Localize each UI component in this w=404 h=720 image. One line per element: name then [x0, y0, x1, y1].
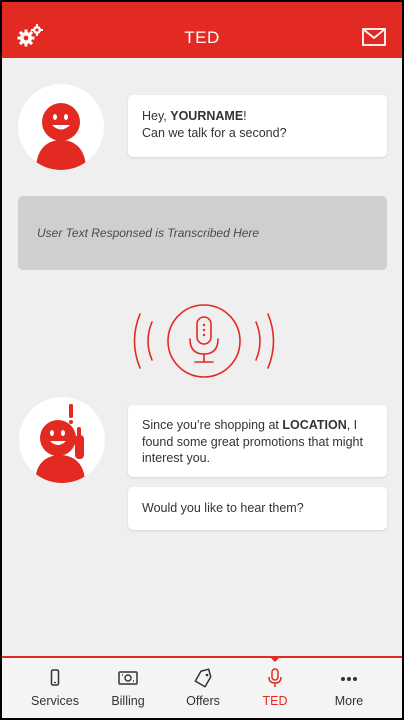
- tab-label: Offers: [186, 694, 220, 708]
- page-title: TED: [184, 28, 220, 47]
- ted-avatar-smiling: [18, 84, 104, 170]
- tab-offers[interactable]: Offers: [166, 658, 240, 718]
- greeting-prefix: Hey,: [142, 109, 171, 123]
- ted-question-bubble: Would you like to hear them?: [128, 487, 387, 530]
- tab-ted[interactable]: TED: [238, 656, 312, 718]
- tab-more[interactable]: More: [312, 658, 386, 718]
- ted-promotion-bubble: Since you’re shopping at LOCATION, I fou…: [128, 405, 387, 477]
- username-placeholder: YOURNAME: [170, 109, 244, 123]
- envelope-icon[interactable]: [362, 28, 386, 46]
- tab-billing[interactable]: Billing: [91, 658, 165, 718]
- tab-services[interactable]: Services: [18, 658, 92, 718]
- ted-mascot-alert-icon: [35, 404, 85, 483]
- bill-icon: [118, 671, 138, 685]
- microphone-button[interactable]: [128, 300, 280, 382]
- tab-label: Billing: [111, 694, 145, 708]
- app-screen: TED Hey, YOURNAME! Can we talk for a sec…: [2, 2, 402, 718]
- phone-icon: [50, 669, 60, 686]
- microphone-icon: [268, 668, 282, 687]
- location-placeholder: LOCATION: [282, 418, 347, 432]
- active-tab-indicator: [269, 656, 281, 662]
- tag-icon: [194, 668, 212, 688]
- tab-label: More: [334, 694, 364, 708]
- bottom-tab-bar: Services Billing Offers TED More: [2, 656, 402, 718]
- tab-label: Services: [31, 694, 79, 708]
- greeting-question: Can we talk for a second?: [142, 125, 287, 140]
- app-header: TED: [2, 2, 402, 58]
- user-transcript-box: User Text Responsed is Transcribed Here: [18, 196, 387, 270]
- ted-avatar-exclaiming: [19, 397, 105, 483]
- more-dots-icon: [341, 677, 357, 681]
- promotion-prefix: Since you’re shopping at: [142, 418, 283, 432]
- ted-mascot-icon: [36, 103, 86, 170]
- tab-label: TED: [262, 694, 288, 708]
- ted-greeting-bubble: Hey, YOURNAME! Can we talk for a second?: [128, 95, 387, 157]
- greeting-suffix: !: [243, 109, 247, 123]
